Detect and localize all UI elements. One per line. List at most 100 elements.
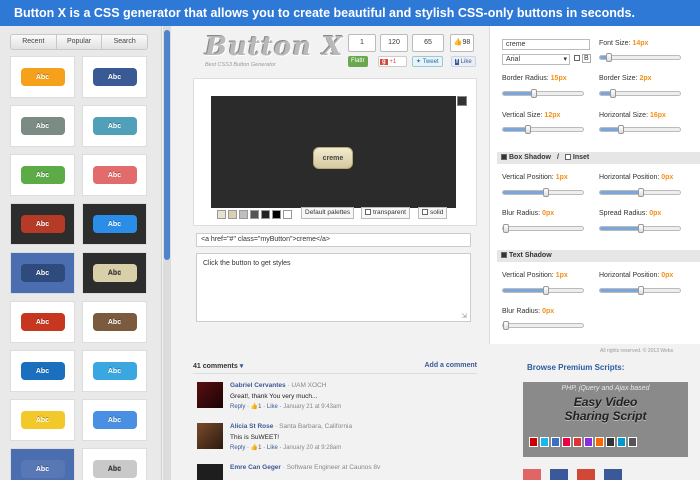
ts-blur-radius-slider[interactable]: [502, 321, 584, 330]
ts-blur-radius-label: Blur Radius: 0px: [502, 308, 555, 315]
video-icon: [617, 437, 626, 447]
transparent-option[interactable]: transparent: [361, 207, 410, 219]
bs-blur-radius-label: Blur Radius: 0px: [502, 210, 555, 217]
gallery-preset[interactable]: Abc: [82, 154, 147, 196]
slider-handle[interactable]: [543, 286, 549, 295]
slider-handle[interactable]: [503, 321, 509, 330]
html-code-field[interactable]: <a href="#" class="myButton">creme</a>: [196, 233, 471, 247]
tweet-button[interactable]: ✦ Tweet: [412, 56, 443, 67]
default-palettes-button[interactable]: Default palettes: [301, 207, 355, 219]
facebook-icon[interactable]: [604, 469, 622, 480]
like-link[interactable]: Like: [267, 404, 278, 410]
gallery-preset[interactable]: Abc: [10, 301, 75, 343]
palette-swatch[interactable]: [283, 209, 292, 219]
transparent-checkbox[interactable]: [365, 209, 371, 216]
palette-swatch[interactable]: [217, 209, 226, 219]
palette-swatch[interactable]: [250, 209, 259, 219]
slider-handle[interactable]: [638, 224, 644, 233]
reply-link[interactable]: Reply: [230, 404, 245, 410]
palette-swatch[interactable]: [261, 209, 270, 219]
css-output-area[interactable]: Click the button to get styles ⇲: [196, 253, 471, 322]
comment-author[interactable]: Alicia St Rose: [230, 423, 273, 430]
background-color-picker[interactable]: [457, 96, 467, 106]
like-link[interactable]: Like: [267, 445, 278, 451]
palette-swatch[interactable]: [228, 209, 237, 219]
facebook-like-count: 👍98: [450, 34, 474, 52]
bs-blur-radius-slider[interactable]: [502, 224, 584, 233]
gallery-preset[interactable]: Abc: [82, 301, 147, 343]
comment-author[interactable]: Emre Can Geger: [230, 464, 281, 471]
solid-checkbox[interactable]: [422, 209, 428, 216]
sidebar-scrollbar[interactable]: [163, 26, 171, 480]
facebook-like-button[interactable]: f Like: [451, 56, 476, 67]
preview-button[interactable]: creme: [313, 147, 353, 169]
add-comment-link[interactable]: Add a comment: [424, 362, 477, 369]
tab-search[interactable]: Search: [102, 35, 147, 49]
horizontal-size-slider[interactable]: [599, 125, 681, 134]
ts-horizontal-position-slider[interactable]: [599, 286, 681, 295]
flattr-button[interactable]: Flattr: [348, 56, 368, 67]
bs-spread-radius-slider[interactable]: [599, 224, 681, 233]
slider-handle[interactable]: [610, 89, 616, 98]
facebook-icon[interactable]: [550, 469, 568, 480]
resize-handle-icon[interactable]: ⇲: [461, 312, 467, 320]
solid-option[interactable]: solid: [418, 207, 448, 219]
font-family-select[interactable]: Arial ▾: [502, 54, 570, 65]
bs-vertical-position-slider[interactable]: [502, 188, 584, 197]
gallery-preset[interactable]: Abc: [10, 448, 75, 480]
comment-item: Alicia St Rose · Santa Barbara, Californ…: [197, 423, 477, 455]
slider-handle[interactable]: [531, 89, 537, 98]
border-size-label: Border Size: 2px: [599, 75, 652, 82]
gallery-preset[interactable]: Abc: [10, 399, 75, 441]
gallery-preset[interactable]: Abc: [10, 203, 75, 245]
border-size-slider[interactable]: [599, 89, 681, 98]
comment-meta: Reply · 👍1 · Like · January 20 at 9:28am: [230, 445, 342, 451]
tab-popular[interactable]: Popular: [57, 35, 103, 49]
gallery-preset[interactable]: Abc: [10, 56, 75, 98]
palette-swatch[interactable]: [272, 209, 281, 219]
slider-handle[interactable]: [638, 188, 644, 197]
inset-checkbox[interactable]: [564, 154, 571, 161]
gallery-preset[interactable]: Abc: [82, 350, 147, 392]
text-shadow-checkbox[interactable]: [501, 252, 507, 259]
share-icon[interactable]: [523, 469, 541, 480]
gallery-preset[interactable]: Abc: [82, 56, 147, 98]
gallery-preset[interactable]: Abc: [82, 105, 147, 147]
slider-handle[interactable]: [543, 188, 549, 197]
bs-horizontal-position-slider[interactable]: [599, 188, 681, 197]
gallery-preset[interactable]: Abc: [10, 105, 75, 147]
font-size-slider[interactable]: [599, 53, 681, 62]
box-shadow-checkbox[interactable]: [501, 154, 507, 161]
vertical-size-slider[interactable]: [502, 125, 584, 134]
palette-swatch[interactable]: [239, 209, 248, 219]
button-text-input[interactable]: creme: [502, 39, 590, 50]
gallery-preset[interactable]: Abc: [82, 399, 147, 441]
ts-vertical-position-slider[interactable]: [502, 286, 584, 295]
comment-author[interactable]: Gabriel Cervantes: [230, 382, 286, 389]
video-icon: [595, 437, 604, 447]
gallery-preset[interactable]: Abc: [82, 448, 147, 480]
bold-toggle[interactable]: B: [574, 54, 591, 63]
scrollbar-thumb[interactable]: [164, 30, 170, 260]
counter-1: 1: [348, 34, 376, 52]
slider-handle[interactable]: [638, 286, 644, 295]
slider-handle[interactable]: [606, 53, 612, 62]
slider-handle[interactable]: [618, 125, 624, 134]
comment-text: This is SuWEET!: [230, 434, 280, 441]
gallery-preset[interactable]: Abc: [10, 350, 75, 392]
gallery-preset[interactable]: Abc: [10, 252, 75, 294]
gplus-button[interactable]: g +1: [378, 56, 407, 67]
border-radius-slider[interactable]: [502, 89, 584, 98]
gplus-icon[interactable]: [577, 469, 595, 480]
slider-handle[interactable]: [525, 125, 531, 134]
slider-handle[interactable]: [503, 224, 509, 233]
tab-recent[interactable]: Recent: [11, 35, 57, 49]
gallery-preset[interactable]: Abc: [82, 252, 147, 294]
reply-link[interactable]: Reply: [230, 445, 245, 451]
comments-count[interactable]: 41 comments ▾: [193, 363, 243, 370]
bold-checkbox[interactable]: [574, 55, 580, 62]
gallery-preset[interactable]: Abc: [10, 154, 75, 196]
counter-3: 65: [412, 34, 444, 52]
gallery-preset[interactable]: Abc: [82, 203, 147, 245]
premium-ad-banner[interactable]: PHP, jQuery and Ajax based Easy Video Sh…: [523, 382, 688, 457]
